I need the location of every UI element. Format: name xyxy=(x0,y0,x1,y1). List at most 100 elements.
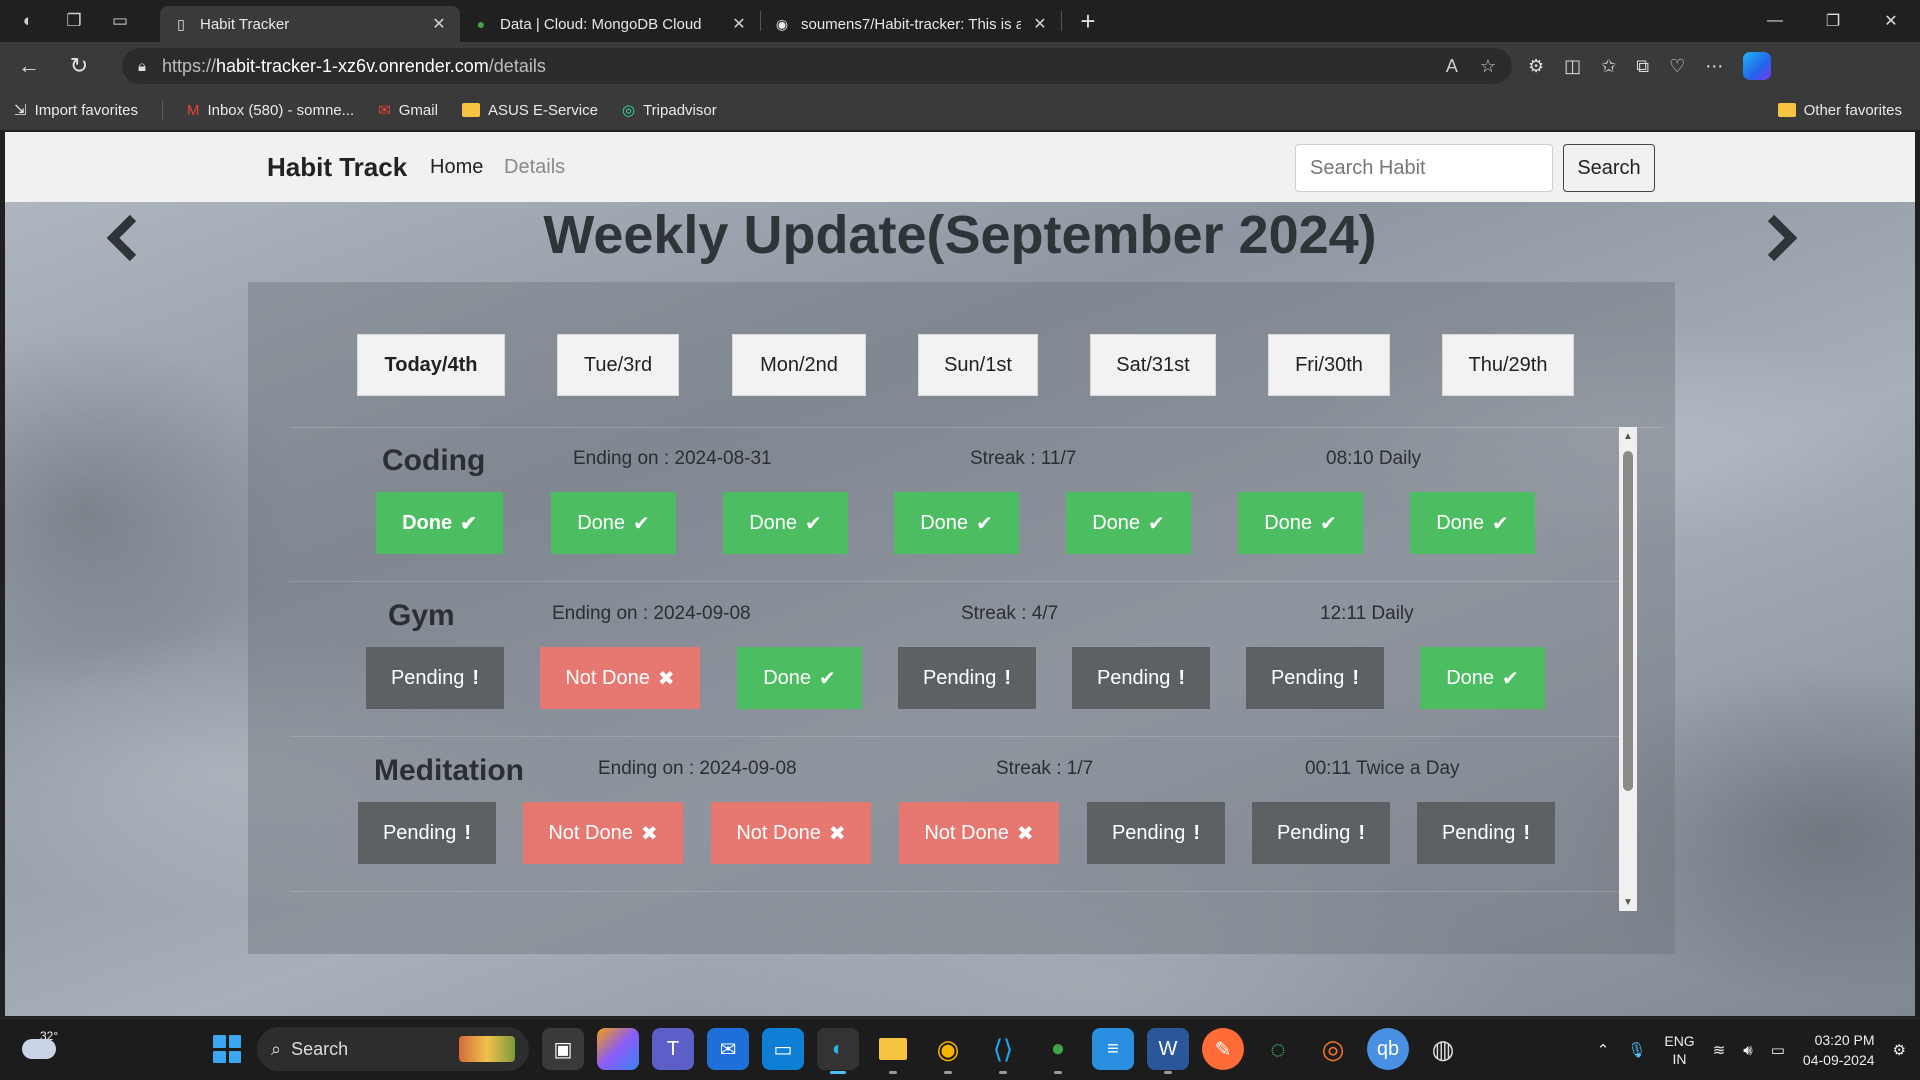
favorite-gmail[interactable]: ✉ Gmail xyxy=(378,101,438,120)
qbittorrent-icon[interactable]: qb xyxy=(1367,1028,1409,1070)
mail-icon[interactable]: ✉ xyxy=(707,1028,749,1070)
postman-icon[interactable]: ✎ xyxy=(1202,1028,1244,1070)
teams-icon[interactable]: T xyxy=(652,1028,694,1070)
notepad-icon[interactable]: ≡ xyxy=(1092,1028,1134,1070)
status-pending-button[interactable]: Pending! xyxy=(898,647,1036,709)
desktop-icon[interactable]: ▭ xyxy=(762,1028,804,1070)
next-week-button[interactable] xyxy=(1757,208,1807,268)
edge-icon[interactable]: ◐ xyxy=(817,1028,859,1074)
file-explorer-icon[interactable] xyxy=(872,1028,914,1074)
obs-icon[interactable]: ◍ xyxy=(1422,1028,1464,1070)
wifi-icon[interactable]: ≋ xyxy=(1713,1041,1726,1059)
green-app-icon[interactable]: ◌ xyxy=(1257,1028,1299,1070)
status-done-button[interactable]: Done ✔ xyxy=(551,492,676,554)
notification-icon[interactable]: ⚙ xyxy=(1893,1041,1906,1059)
scroll-thumb[interactable] xyxy=(1623,451,1633,791)
status-done-button[interactable]: Done ✔ xyxy=(376,492,503,554)
refresh-icon[interactable]: ↻ xyxy=(58,47,100,85)
status-done-button[interactable]: Done ✔ xyxy=(1410,492,1535,554)
status-done-button[interactable]: Done ✔ xyxy=(1066,492,1191,554)
search-button[interactable]: Search xyxy=(1563,144,1655,192)
status-pending-button[interactable]: Pending! xyxy=(1087,802,1225,864)
favorites-icon[interactable]: ✩ xyxy=(1601,56,1616,77)
word-icon[interactable]: W xyxy=(1147,1028,1189,1074)
copilot-icon[interactable] xyxy=(1743,52,1772,80)
close-icon[interactable]: ✕ xyxy=(430,14,448,34)
split-screen-icon[interactable]: ◫ xyxy=(1564,56,1581,77)
close-icon[interactable]: ✕ xyxy=(1031,14,1049,34)
favorite-inbox[interactable]: M Inbox (580) - somne... xyxy=(187,102,354,119)
language-indicator[interactable]: ENG IN xyxy=(1664,1032,1694,1068)
taskbar-search[interactable]: ⌕ Search xyxy=(257,1027,529,1071)
favorite-asus[interactable]: ASUS E-Service xyxy=(461,102,598,119)
extensions-icon[interactable]: ⚙ xyxy=(1528,56,1544,77)
vscode-icon[interactable]: ⟨⟩ xyxy=(982,1028,1024,1074)
status-pending-button[interactable]: Pending! xyxy=(1417,802,1555,864)
status-done-button[interactable]: Done ✔ xyxy=(737,647,862,709)
day-tab-1[interactable]: Tue/3rd xyxy=(557,334,679,396)
minimize-icon[interactable]: — xyxy=(1746,0,1804,42)
brand-logo[interactable]: Habit Track xyxy=(267,152,407,183)
new-tab-button[interactable]: + xyxy=(1070,6,1106,36)
restore-icon[interactable]: ❐ xyxy=(1804,0,1862,42)
other-favorites[interactable]: Other favorites xyxy=(1777,90,1902,130)
day-tab-4[interactable]: Sat/31st xyxy=(1090,334,1216,396)
status-pending-button[interactable]: Pending! xyxy=(366,647,504,709)
url-text[interactable]: https://habit-tracker-1-xz6v.onrender.co… xyxy=(162,56,1430,77)
status-pending-button[interactable]: Pending! xyxy=(358,802,496,864)
habit-streak: Streak : 4/7 xyxy=(961,603,1059,624)
nav-details-link[interactable]: Details xyxy=(504,156,565,179)
search-habit-input[interactable] xyxy=(1295,144,1553,192)
status-pending-button[interactable]: Pending! xyxy=(1072,647,1210,709)
status-not-done-button[interactable]: Not Done ✖ xyxy=(540,647,700,709)
mongodb-compass-icon[interactable]: ● xyxy=(1037,1028,1079,1074)
copilot-app-icon[interactable] xyxy=(597,1028,639,1070)
status-not-done-button[interactable]: Not Done ✖ xyxy=(523,802,683,864)
clock[interactable]: 03:20 PM 04-09-2024 xyxy=(1803,1030,1875,1070)
collections-icon[interactable]: ⧉ xyxy=(1636,56,1649,77)
address-bar[interactable]: 🔒︎ https://habit-tracker-1-xz6v.onrender… xyxy=(122,48,1512,84)
status-pending-button[interactable]: Pending! xyxy=(1246,647,1384,709)
back-icon[interactable]: ← xyxy=(8,47,50,85)
status-done-button[interactable]: Done ✔ xyxy=(1420,647,1545,709)
status-not-done-button[interactable]: Not Done ✖ xyxy=(711,802,871,864)
read-aloud-icon[interactable]: A xyxy=(1446,56,1458,77)
status-done-button[interactable]: Done ✔ xyxy=(1238,492,1363,554)
day-tab-2[interactable]: Mon/2nd xyxy=(732,334,866,396)
close-icon[interactable]: ✕ xyxy=(730,14,748,34)
favorite-tripadvisor[interactable]: ◎ Tripadvisor xyxy=(622,101,717,120)
status-done-button[interactable]: Done ✔ xyxy=(723,492,848,554)
status-pending-button[interactable]: Pending! xyxy=(1252,802,1390,864)
lock-icon[interactable]: 🔒︎ xyxy=(138,58,146,75)
tab-actions-icon[interactable]: ▭ xyxy=(102,6,138,36)
scroll-up-icon[interactable]: ▲ xyxy=(1619,427,1637,445)
favorite-star-icon[interactable]: ☆ xyxy=(1480,56,1496,77)
workspaces-icon[interactable]: ❐ xyxy=(56,6,92,36)
start-button[interactable] xyxy=(210,1032,244,1066)
scroll-down-icon[interactable]: ▼ xyxy=(1619,893,1637,911)
day-tab-6[interactable]: Thu/29th xyxy=(1442,334,1574,396)
tab-habit-tracker[interactable]: ▯ Habit Tracker ✕ xyxy=(160,6,460,42)
microphone-icon[interactable]: 🎙︎ xyxy=(1627,1041,1646,1059)
day-tab-3[interactable]: Sun/1st xyxy=(918,334,1038,396)
day-tab-0[interactable]: Today/4th xyxy=(357,334,505,396)
browser-essentials-icon[interactable]: ♡ xyxy=(1669,56,1685,77)
day-tab-5[interactable]: Fri/30th xyxy=(1268,334,1390,396)
close-window-icon[interactable]: ✕ xyxy=(1862,0,1920,42)
chrome-icon[interactable]: ◉ xyxy=(927,1028,969,1074)
volume-icon[interactable]: 🔊︎ xyxy=(1743,1042,1752,1059)
tab-mongodb[interactable]: ● Data | Cloud: MongoDB Cloud ✕ xyxy=(460,6,760,42)
more-menu-icon[interactable]: ⋯ xyxy=(1705,56,1723,77)
habit-list-scrollbar[interactable]: ▲ ▼ xyxy=(1619,427,1637,911)
status-not-done-button[interactable]: Not Done ✖ xyxy=(899,802,1059,864)
tab-github[interactable]: ◉ soumens7/Habit-tracker: This is a ✕ xyxy=(761,6,1061,42)
weather-widget[interactable]: 32° xyxy=(20,1029,58,1059)
jupyter-icon[interactable]: ◎ xyxy=(1312,1028,1354,1070)
battery-icon[interactable]: ▭ xyxy=(1771,1041,1785,1059)
task-view-icon[interactable]: ▣ xyxy=(542,1028,584,1070)
favorite-import[interactable]: ⇲ Import favorites xyxy=(14,101,138,120)
nav-home-link[interactable]: Home xyxy=(430,156,483,179)
status-done-button[interactable]: Done ✔ xyxy=(894,492,1019,554)
profile-icon[interactable]: ◐ xyxy=(10,6,46,36)
chevron-up-icon[interactable]: ⌃ xyxy=(1597,1041,1610,1059)
